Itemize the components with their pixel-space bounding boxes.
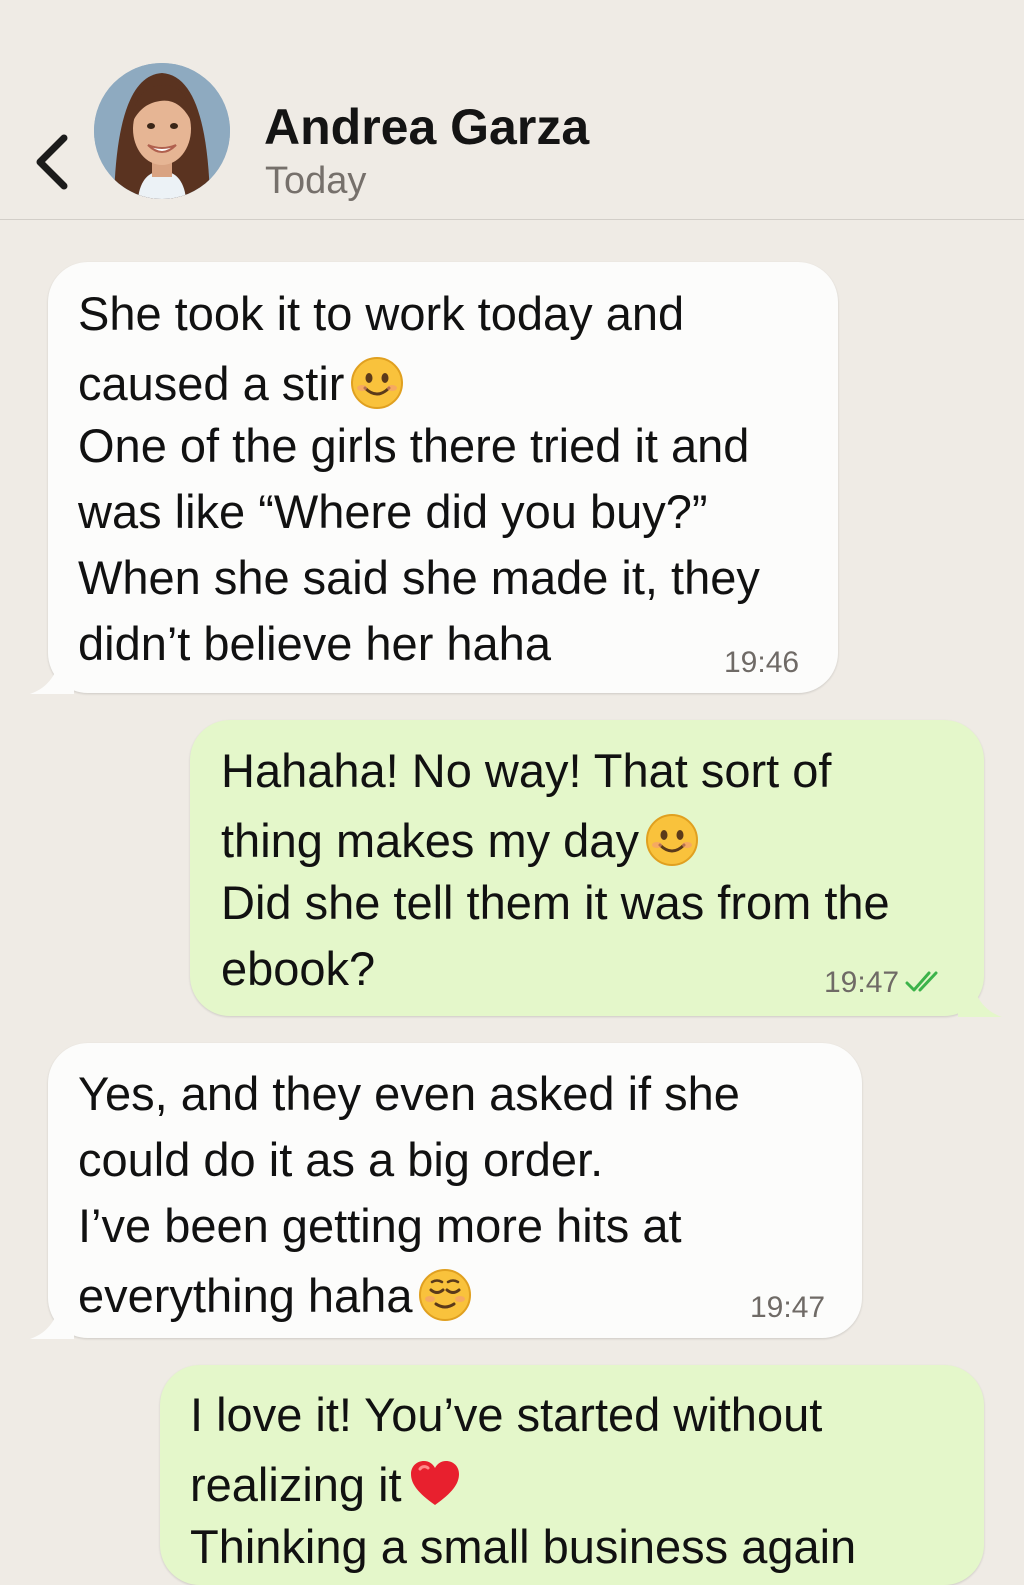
avatar[interactable]	[94, 63, 230, 199]
message-text: realizing it	[190, 1458, 402, 1511]
message-time: 19:46	[724, 646, 800, 679]
message-text: everything haha	[78, 1269, 413, 1322]
message-text-line: realizing it	[190, 1457, 462, 1511]
message-text-line: She took it to work today and	[78, 287, 685, 340]
message-text-line: When she said she made it, they	[78, 551, 760, 604]
message-bubble-incoming[interactable]: Yes, and they even asked if she could do…	[30, 1043, 862, 1339]
message-text: thing makes my day	[221, 814, 639, 867]
smiling-face-icon	[645, 814, 698, 866]
bubble-tail	[30, 650, 74, 694]
message-text-line: I’ve been getting more hits at	[78, 1199, 682, 1252]
chat-header: Andrea Garza Today	[0, 0, 1024, 220]
message-bubble-incoming[interactable]: She took it to work today and caused a s…	[30, 262, 838, 694]
message-text-line: One of the girls there tried it and	[78, 419, 750, 472]
message-bubble-outgoing[interactable]: I love it! You’ve started without realiz…	[160, 1365, 984, 1585]
message-bubble-outgoing[interactable]: Hahaha! No way! That sort of thing makes…	[190, 720, 1002, 1017]
message-text: caused a stir	[78, 357, 345, 410]
smiling-face-icon	[351, 357, 404, 409]
message-text-line: I love it! You’ve started without	[190, 1388, 823, 1441]
message-time: 19:47	[824, 966, 900, 999]
message-text-line: Hahaha! No way! That sort of	[221, 744, 832, 797]
contact-status: Today	[265, 160, 367, 202]
avatar-photo	[94, 63, 230, 199]
message-text-line: caused a stir	[78, 356, 404, 410]
message-text-line: was like “Where did you buy?”	[78, 485, 708, 538]
message-text-line: Thinking a small business again	[190, 1520, 857, 1573]
contact-name[interactable]: Andrea Garza	[264, 98, 589, 156]
back-button[interactable]	[30, 132, 76, 192]
red-heart-icon	[410, 1461, 459, 1505]
message-text-line: ebook?	[221, 942, 376, 995]
message-text-line: thing makes my day	[221, 813, 699, 867]
message-text-line: didn’t believe her haha	[78, 617, 551, 670]
double-check-icon	[905, 971, 938, 992]
bubble-tail	[958, 973, 1002, 1017]
chevron-left-icon	[36, 134, 68, 190]
relieved-face-icon	[419, 1269, 472, 1321]
message-text-line: Did she tell them it was from the	[221, 876, 890, 929]
message-text-line: could do it as a big order.	[78, 1133, 604, 1186]
message-text-line: Yes, and they even asked if she	[78, 1067, 740, 1120]
message-time: 19:47	[750, 1291, 826, 1324]
message-meta: 19:47	[824, 968, 947, 998]
message-text-line: everything haha	[78, 1268, 472, 1322]
bubble-tail	[30, 1295, 74, 1339]
